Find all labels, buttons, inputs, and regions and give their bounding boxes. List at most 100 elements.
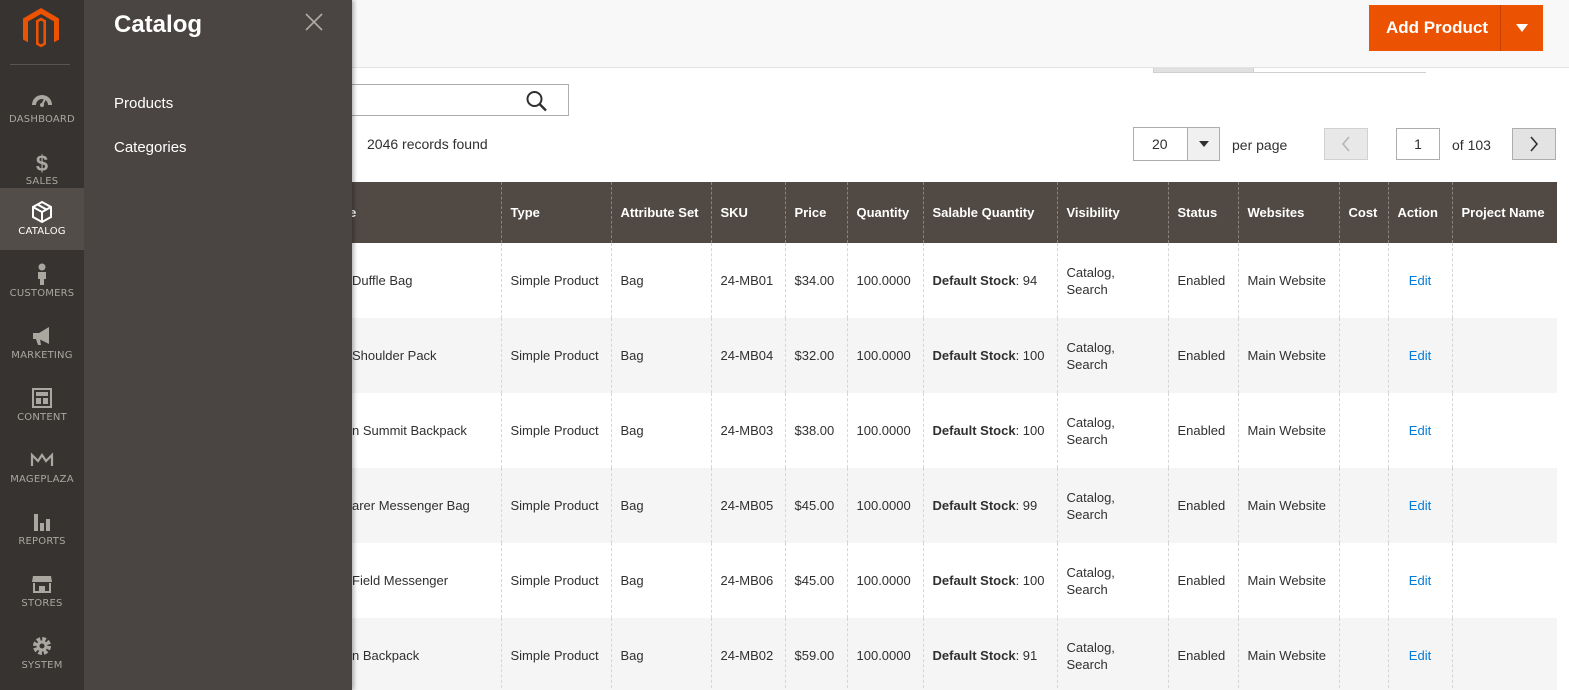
panel-link-categories[interactable]: Categories bbox=[114, 139, 187, 156]
person-icon bbox=[30, 262, 54, 286]
nav-item-reports[interactable]: REPORTS bbox=[0, 498, 84, 560]
panel-link-products[interactable]: Products bbox=[114, 95, 173, 112]
previous-page-button[interactable] bbox=[1324, 128, 1368, 160]
cell-attribute-set: Bag bbox=[610, 618, 711, 690]
cell-cost bbox=[1338, 243, 1388, 318]
per-page-value: 20 bbox=[1152, 136, 1168, 152]
dashboard-icon bbox=[30, 88, 54, 112]
cell-salable-quantity: Default Stock: 94 bbox=[922, 243, 1057, 318]
toolbar-divider bbox=[1254, 72, 1426, 73]
stock-label: Default Stock bbox=[932, 648, 1016, 663]
cell-cost bbox=[1338, 618, 1388, 690]
chevron-left-icon bbox=[1341, 136, 1350, 152]
close-icon[interactable] bbox=[304, 12, 324, 32]
cell-project-name bbox=[1451, 468, 1557, 543]
next-page-button[interactable] bbox=[1512, 128, 1556, 160]
nav-item-system[interactable]: SYSTEM bbox=[0, 622, 84, 684]
cell-sku: 24-MB04 bbox=[710, 318, 785, 393]
cell-status: Enabled bbox=[1167, 543, 1238, 618]
nav-label: SYSTEM bbox=[21, 660, 63, 671]
stock-value: : 100 bbox=[1015, 573, 1045, 588]
gear-icon bbox=[30, 634, 54, 658]
cell-visibility: Catalog, Search bbox=[1056, 468, 1168, 543]
cell-cost bbox=[1338, 543, 1388, 618]
magento-logo-icon[interactable] bbox=[22, 8, 60, 50]
edit-link[interactable]: Edit bbox=[1409, 423, 1431, 438]
edit-link[interactable]: Edit bbox=[1409, 573, 1431, 588]
product-grid: e Type Attribute Set SKU Price Quantity … bbox=[340, 182, 1557, 690]
column-header-type[interactable]: Type bbox=[500, 182, 611, 243]
column-header-visibility[interactable]: Visibility bbox=[1056, 182, 1168, 243]
column-header-cost[interactable]: Cost bbox=[1338, 182, 1388, 243]
table-row[interactable]: n Backpack Simple Product Bag 24-MB02 $5… bbox=[340, 618, 1557, 690]
cell-type: Simple Product bbox=[500, 618, 611, 690]
table-row[interactable]: Shoulder Pack Simple Product Bag 24-MB04… bbox=[340, 318, 1557, 393]
per-page-dropdown-button[interactable] bbox=[1187, 128, 1219, 160]
nav-label: MARKETING bbox=[11, 350, 73, 361]
cell-name: Duffle Bag bbox=[352, 273, 413, 288]
stock-value: : 100 bbox=[1015, 423, 1045, 438]
edit-link[interactable]: Edit bbox=[1409, 498, 1431, 513]
column-header-status[interactable]: Status bbox=[1167, 182, 1238, 243]
edit-link[interactable]: Edit bbox=[1409, 648, 1431, 663]
cell-salable-quantity: Default Stock: 100 bbox=[922, 318, 1057, 393]
nav-label: SALES bbox=[25, 176, 59, 187]
stock-value: : 100 bbox=[1015, 348, 1045, 363]
edit-link[interactable]: Edit bbox=[1409, 348, 1431, 363]
nav-item-mageplaza[interactable]: MAGEPLAZA bbox=[0, 436, 84, 498]
nav-label: STORES bbox=[21, 598, 63, 609]
cell-attribute-set: Bag bbox=[610, 318, 711, 393]
table-row[interactable]: Duffle Bag Simple Product Bag 24-MB01 $3… bbox=[340, 243, 1557, 318]
column-header-sku[interactable]: SKU bbox=[710, 182, 785, 243]
add-product-button[interactable]: Add Product bbox=[1369, 5, 1543, 51]
cell-attribute-set: Bag bbox=[610, 393, 711, 468]
cell-websites: Main Website bbox=[1237, 543, 1339, 618]
nav-item-content[interactable]: CONTENT bbox=[0, 374, 84, 436]
cell-salable-quantity: Default Stock: 100 bbox=[922, 393, 1057, 468]
cell-salable-quantity: Default Stock: 100 bbox=[922, 543, 1057, 618]
nav-item-catalog[interactable]: CATALOG bbox=[0, 188, 84, 250]
cell-action: Edit bbox=[1387, 318, 1452, 393]
stock-value: : 99 bbox=[1015, 498, 1038, 513]
cell-quantity: 100.0000 bbox=[846, 318, 923, 393]
cell-name: n Backpack bbox=[340, 618, 501, 690]
admin-sidebar: DASHBOARD $ SALES CATALOG CUSTOMERS MARK… bbox=[0, 0, 84, 690]
search-icon[interactable] bbox=[525, 90, 549, 112]
column-header-websites[interactable]: Websites bbox=[1237, 182, 1339, 243]
table-row[interactable]: Field Messenger Simple Product Bag 24-MB… bbox=[340, 543, 1557, 618]
cell-attribute-set: Bag bbox=[610, 243, 711, 318]
cell-visibility: Catalog, Search bbox=[1056, 543, 1168, 618]
column-header-price[interactable]: Price bbox=[784, 182, 847, 243]
cell-cost bbox=[1338, 318, 1388, 393]
cell-quantity: 100.0000 bbox=[846, 393, 923, 468]
cell-status: Enabled bbox=[1167, 468, 1238, 543]
stock-label: Default Stock bbox=[932, 573, 1016, 588]
toolbar-tab[interactable] bbox=[1153, 68, 1254, 73]
per-page-select[interactable]: 20 bbox=[1133, 127, 1220, 161]
add-product-dropdown-toggle[interactable] bbox=[1501, 5, 1543, 51]
table-row[interactable]: n Summit Backpack Simple Product Bag 24-… bbox=[340, 393, 1557, 468]
cell-cost bbox=[1338, 468, 1388, 543]
edit-link[interactable]: Edit bbox=[1409, 273, 1431, 288]
cell-action: Edit bbox=[1387, 243, 1452, 318]
nav-item-marketing[interactable]: MARKETING bbox=[0, 312, 84, 374]
nav-item-stores[interactable]: STORES bbox=[0, 560, 84, 622]
table-row[interactable]: arer Messenger Bag Simple Product Bag 24… bbox=[340, 468, 1557, 543]
cell-type: Simple Product bbox=[500, 318, 611, 393]
cell-websites: Main Website bbox=[1237, 318, 1339, 393]
column-header-quantity[interactable]: Quantity bbox=[846, 182, 923, 243]
current-page-input[interactable]: 1 bbox=[1396, 128, 1440, 160]
stock-label: Default Stock bbox=[932, 498, 1016, 513]
cell-action: Edit bbox=[1387, 468, 1452, 543]
cell-visibility: Catalog, Search bbox=[1056, 243, 1168, 318]
stock-label: Default Stock bbox=[932, 423, 1016, 438]
column-header-name[interactable]: e bbox=[340, 182, 501, 243]
nav-label: CUSTOMERS bbox=[9, 288, 75, 299]
svg-text:$: $ bbox=[36, 151, 48, 174]
nav-item-dashboard[interactable]: DASHBOARD bbox=[0, 76, 84, 138]
nav-item-customers[interactable]: CUSTOMERS bbox=[0, 250, 84, 312]
nav-label: REPORTS bbox=[18, 536, 66, 547]
cell-websites: Main Website bbox=[1237, 393, 1339, 468]
column-header-attribute-set[interactable]: Attribute Set bbox=[610, 182, 711, 243]
column-header-project-name[interactable]: Project Name bbox=[1451, 182, 1557, 243]
